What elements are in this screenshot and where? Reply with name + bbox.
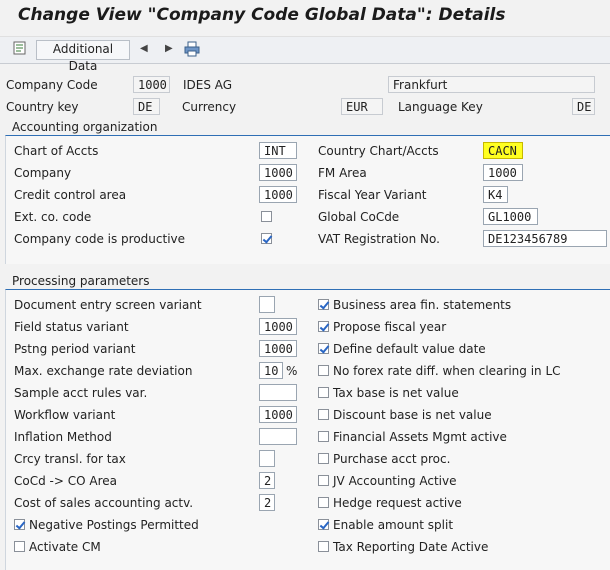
crcy-transl-field[interactable]: [259, 450, 275, 467]
previous-entry-icon[interactable]: ◀: [140, 40, 150, 58]
fiscal-year-label: Fiscal Year Variant: [318, 188, 427, 202]
pstng-period-field[interactable]: 1000: [259, 340, 297, 357]
country-key-field: DE: [133, 98, 160, 115]
processing-option-label: Discount base is net value: [333, 408, 492, 422]
workflow-field[interactable]: 1000: [259, 406, 297, 423]
activate-cm-label: Activate CM: [29, 540, 101, 554]
city-field: Frankfurt: [388, 76, 595, 93]
pstng-period-label: Pstng period variant: [14, 342, 136, 356]
fiscal-year-field[interactable]: K4: [483, 186, 508, 203]
inflation-field[interactable]: [259, 428, 297, 445]
processing-option-label: Enable amount split: [333, 518, 454, 532]
processing-option-checkbox[interactable]: [318, 497, 329, 508]
company-label: Company: [14, 166, 72, 180]
processing-option-checkbox[interactable]: [318, 387, 329, 398]
processing-option-label: JV Accounting Active: [333, 474, 457, 488]
currency-label: Currency: [182, 100, 237, 114]
processing-option-label: Propose fiscal year: [333, 320, 447, 334]
language-key-label: Language Key: [398, 100, 483, 114]
processing-option-checkbox[interactable]: [318, 343, 329, 354]
config-icon[interactable]: [12, 40, 28, 58]
inflation-label: Inflation Method: [14, 430, 112, 444]
company-name: IDES AG: [183, 78, 233, 92]
country-chart-label: Country Chart/Accts: [318, 144, 439, 158]
ext-co-code-label: Ext. co. code: [14, 210, 92, 224]
vat-label: VAT Registration No.: [318, 232, 440, 246]
credit-control-label: Credit control area: [14, 188, 127, 202]
productive-checkbox[interactable]: [261, 233, 272, 244]
processing-option-label: Define default value date: [333, 342, 486, 356]
sample-acct-label: Sample acct rules var.: [14, 386, 148, 400]
percent-sign: %: [286, 364, 298, 378]
processing-option-checkbox[interactable]: [318, 519, 329, 530]
field-status-label: Field status variant: [14, 320, 129, 334]
accounting-organization-title: Accounting organization: [12, 120, 158, 134]
workflow-label: Workflow variant: [14, 408, 116, 422]
processing-parameters-title: Processing parameters: [12, 274, 150, 288]
processing-option-label: Tax Reporting Date Active: [333, 540, 489, 554]
company-field[interactable]: 1000: [259, 164, 297, 181]
vat-field[interactable]: DE123456789: [483, 230, 607, 247]
sample-acct-field[interactable]: [259, 384, 297, 401]
country-key-label: Country key: [6, 100, 79, 114]
cost-sales-field[interactable]: 2: [259, 494, 275, 511]
processing-option-checkbox[interactable]: [318, 365, 329, 376]
country-chart-field[interactable]: CACN: [483, 142, 523, 159]
processing-option-label: Business area fin. statements: [333, 298, 512, 312]
processing-option-label: Purchase acct proc.: [333, 452, 451, 466]
crcy-transl-label: Crcy transl. for tax: [14, 452, 126, 466]
company-code-field: 1000: [133, 76, 170, 93]
cocd-co-field[interactable]: 2: [259, 472, 275, 489]
ext-co-code-checkbox[interactable]: [261, 211, 272, 222]
language-key-field: DE: [572, 98, 595, 115]
processing-option-checkbox[interactable]: [318, 541, 329, 552]
doc-entry-label: Document entry screen variant: [14, 298, 202, 312]
field-status-field[interactable]: 1000: [259, 318, 297, 335]
processing-option-checkbox[interactable]: [318, 453, 329, 464]
processing-option-checkbox[interactable]: [318, 321, 329, 332]
currency-field: EUR: [341, 98, 383, 115]
global-cocde-label: Global CoCde: [318, 210, 400, 224]
fm-area-field[interactable]: 1000: [483, 164, 523, 181]
neg-postings-checkbox[interactable]: [14, 519, 25, 530]
activate-cm-checkbox[interactable]: [14, 541, 25, 552]
processing-option-checkbox[interactable]: [318, 409, 329, 420]
cost-sales-label: Cost of sales accounting actv.: [14, 496, 194, 510]
processing-option-label: Financial Assets Mgmt active: [333, 430, 507, 444]
page-title: Change View "Company Code Global Data": …: [18, 5, 506, 25]
chart-of-accts-field[interactable]: INT: [259, 142, 297, 159]
processing-option-checkbox[interactable]: [318, 299, 329, 310]
neg-postings-label: Negative Postings Permitted: [29, 518, 199, 532]
processing-option-checkbox[interactable]: [318, 431, 329, 442]
credit-control-field[interactable]: 1000: [259, 186, 297, 203]
max-exch-field[interactable]: 10: [259, 362, 283, 379]
doc-entry-field[interactable]: [259, 296, 275, 313]
next-entry-icon[interactable]: ▶: [165, 40, 175, 58]
processing-option-checkbox[interactable]: [318, 475, 329, 486]
processing-option-label: Hedge request active: [333, 496, 462, 510]
fm-area-label: FM Area: [318, 166, 367, 180]
print-icon[interactable]: [183, 40, 203, 58]
processing-option-label: No forex rate diff. when clearing in LC: [333, 364, 561, 378]
productive-label: Company code is productive: [14, 232, 186, 246]
max-exch-label: Max. exchange rate deviation: [14, 364, 193, 378]
cocd-co-label: CoCd -> CO Area: [14, 474, 117, 488]
company-code-label: Company Code: [6, 78, 98, 92]
global-cocde-field[interactable]: GL1000: [483, 208, 538, 225]
processing-option-label: Tax base is net value: [333, 386, 459, 400]
additional-data-button[interactable]: Additional Data: [36, 40, 130, 73]
chart-of-accts-label: Chart of Accts: [14, 144, 99, 158]
application-toolbar: Additional Data ◀ ▶: [0, 36, 610, 73]
